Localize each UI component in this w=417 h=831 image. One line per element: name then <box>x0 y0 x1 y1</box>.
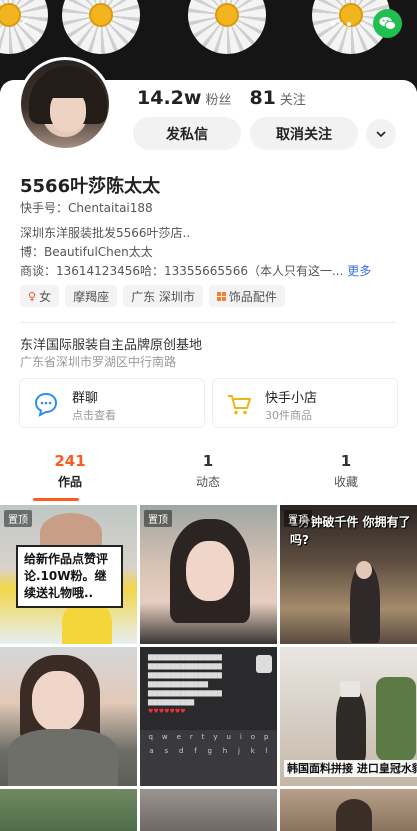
chat-bubble-icon <box>34 392 58 417</box>
profile-nickname: 5566叶莎陈太太 <box>20 176 161 197</box>
group-chat-title: 群聊 <box>72 391 99 406</box>
tab-favorites[interactable]: 1 收藏 <box>276 452 416 490</box>
profile-tags: ♀ 女 摩羯座 广东 深圳市 饰品配件 <box>20 285 285 307</box>
tag-constellation[interactable]: 摩羯座 <box>65 285 118 307</box>
tab-label: 动态 <box>195 475 220 489</box>
tag-label: 饰品配件 <box>228 289 277 304</box>
category-icon <box>216 291 226 301</box>
back-icon[interactable]: ‹ <box>10 8 40 38</box>
pinned-badge: 置顶 <box>284 510 312 527</box>
works-grid: 给新作品点赞评论.10W粉。继续送礼物哦.. 置顶 置顶 1分钟破千件 你拥有了… <box>0 505 417 831</box>
following-label[interactable]: 关注 <box>280 89 306 108</box>
chevron-down-icon <box>376 131 386 138</box>
group-chat-card[interactable]: 群聊 点击查看 <box>19 378 205 428</box>
tag-gender[interactable]: ♀ 女 <box>20 285 60 307</box>
tag-label: 广东 深圳市 <box>131 289 195 304</box>
shop-title: 快手小店 <box>265 391 318 406</box>
work-thumbnail[interactable]: ▇▇▇▇▇▇▇▇▇▇▇▇▇▇▇▇ ▇▇▇▇▇▇▇▇▇▇▇▇▇▇▇▇ ▇▇▇▇▇▇▇▇… <box>140 647 277 786</box>
shop-subtitle: 30件商品 <box>265 409 312 422</box>
active-tab-indicator <box>33 498 79 501</box>
work-thumbnail[interactable] <box>140 789 277 831</box>
bio-line: 博：BeautifulChen太太 <box>20 245 153 259</box>
tab-count: 1 <box>202 452 214 470</box>
work-thumbnail[interactable]: 韩国面料拼接 进口皇冠水貂 <box>280 647 417 786</box>
work-thumbnail[interactable]: 1分钟破千件 你拥有了吗? 置顶 <box>280 505 417 644</box>
work-thumbnail[interactable]: 给新作品点赞评论.10W粉。继续送礼物哦.. 置顶 <box>0 505 137 644</box>
bio-line: 深圳东洋服装批发5566叶莎店.. <box>20 226 191 240</box>
bio-line: 商谈：13614123456哈：13355665566（本人只有这一... 更多 <box>20 262 371 279</box>
group-chat-subtitle: 点击查看 <box>72 409 116 422</box>
more-options-icon[interactable] <box>326 14 356 34</box>
profile-stats: 14.2w 粉丝 81 关注 <box>137 87 306 109</box>
tab-moments[interactable]: 1 动态 <box>138 452 278 490</box>
tag-category[interactable]: 饰品配件 <box>208 285 285 307</box>
following-count[interactable]: 81 <box>249 87 275 109</box>
avatar[interactable] <box>18 57 112 151</box>
work-thumbnail[interactable] <box>0 789 137 831</box>
tab-count: 241 <box>54 452 86 470</box>
section-divider <box>20 322 397 323</box>
followers-count[interactable]: 14.2w <box>137 87 201 109</box>
send-message-button[interactable]: 发私信 <box>133 117 241 150</box>
pinned-badge: 置顶 <box>4 510 32 527</box>
female-icon: ♀ <box>28 289 37 303</box>
kuaishou-shop-card[interactable]: 快手小店 30件商品 <box>212 378 398 428</box>
work-thumbnail[interactable] <box>280 789 417 831</box>
business-name[interactable]: 东洋国际服装自主品牌原创基地 <box>20 334 202 353</box>
pinned-badge: 置顶 <box>144 510 172 527</box>
tag-location[interactable]: 广东 深圳市 <box>123 285 203 307</box>
followers-label[interactable]: 粉丝 <box>205 89 231 108</box>
business-address[interactable]: 广东省深圳市罗湖区中行南路 <box>20 353 176 370</box>
chat-screenshot-text: ▇▇▇▇▇▇▇▇▇▇▇▇▇▇▇▇ ▇▇▇▇▇▇▇▇▇▇▇▇▇▇▇▇ ▇▇▇▇▇▇▇▇… <box>148 654 222 715</box>
tab-works[interactable]: 241 作品 <box>0 452 140 490</box>
shopping-cart-icon <box>228 395 251 415</box>
work-thumbnail[interactable]: 置顶 <box>140 505 277 644</box>
tag-label: 女 <box>39 289 52 304</box>
bio-more-link[interactable]: 更多 <box>347 264 371 278</box>
expand-recommendations-button[interactable] <box>366 119 396 149</box>
work-thumbnail[interactable] <box>0 647 137 786</box>
unfollow-button[interactable]: 取消关注 <box>250 117 358 150</box>
profile-tabs: 241 作品 1 动态 1 收藏 <box>0 452 417 502</box>
keyboard-graphic: qwertyuiop asdfghjkl <box>140 730 277 786</box>
bio-contact-text: 商谈：13614123456哈：13355665566（本人只有这一... <box>20 264 344 278</box>
tab-count: 1 <box>340 452 352 470</box>
work-caption: 韩国面料拼接 进口皇冠水貂 <box>284 760 417 777</box>
daisy-decoration <box>188 0 266 54</box>
tab-label: 作品 <box>57 475 82 489</box>
tab-label: 收藏 <box>333 475 358 489</box>
kuaishou-id[interactable]: 快手号：Chentaitai188 <box>20 199 153 216</box>
daisy-decoration <box>62 0 140 54</box>
tag-label: 摩羯座 <box>73 289 110 304</box>
work-caption: 给新作品点赞评论.10W粉。继续送礼物哦.. <box>16 545 123 608</box>
wechat-share-icon[interactable] <box>373 9 402 38</box>
